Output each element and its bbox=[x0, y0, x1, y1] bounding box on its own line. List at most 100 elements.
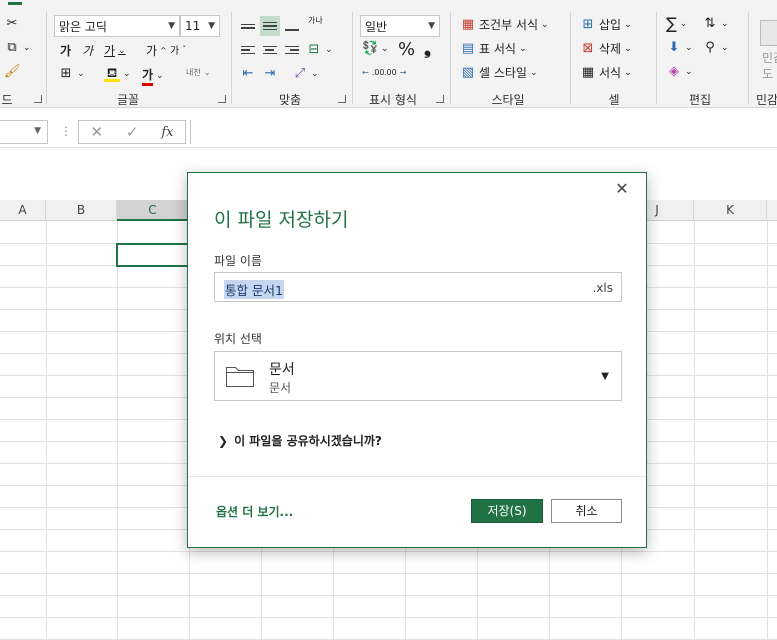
indent-icon: ⇥ bbox=[264, 66, 276, 81]
cell-styles-label: 셀 스타일 bbox=[479, 66, 527, 80]
orientation-button[interactable]: ⤢ ⌄ bbox=[292, 66, 319, 82]
cell-styles-button[interactable]: ▧ 셀 스타일 ⌄ bbox=[460, 64, 538, 81]
filename-value[interactable]: 통합 문서1 bbox=[224, 280, 284, 299]
clipboard-group-label: 드 bbox=[1, 93, 13, 107]
sum-glyph: ∑ bbox=[666, 14, 677, 33]
insert-cells-button[interactable]: ⊞ 삽입 ⌄ bbox=[580, 16, 632, 33]
fill-color-button[interactable]: ⛾ ⌄ bbox=[104, 66, 131, 82]
alignment-dialog-launcher[interactable] bbox=[338, 95, 346, 103]
find-select-button[interactable]: ⚲ ⌄ bbox=[702, 40, 728, 56]
scissors-icon: ✂ bbox=[6, 16, 18, 31]
active-tab-indicator bbox=[8, 2, 22, 5]
font-size-value: 11 bbox=[185, 19, 201, 33]
font-name-value: 맑은 고딕 bbox=[59, 19, 107, 34]
format-cells-button[interactable]: ▦ 서식 ⌄ bbox=[580, 64, 632, 81]
bold-glyph: 가 bbox=[60, 44, 72, 58]
column-header-a[interactable]: A bbox=[0, 200, 46, 221]
align-bottom-button[interactable] bbox=[282, 16, 302, 36]
font-size-combo[interactable]: 11 ▼ bbox=[180, 15, 220, 37]
shrink-font-button[interactable]: 가ˇ bbox=[170, 42, 186, 57]
dec-decimal-glyph: .00 bbox=[384, 68, 397, 77]
search-icon: ⚲ bbox=[705, 40, 715, 55]
save-button[interactable]: 저장(S) bbox=[471, 499, 543, 523]
decrease-indent-button[interactable]: ⇤ bbox=[240, 66, 256, 82]
delete-cells-button[interactable]: ⊠ 삭제 ⌄ bbox=[580, 40, 632, 57]
sort-filter-icon: ⇅ bbox=[704, 16, 716, 31]
share-expander[interactable]: ❯ 이 파일을 공유하시겠습니까? bbox=[218, 432, 382, 449]
cut-button[interactable]: ✂ bbox=[4, 16, 20, 32]
filename-field[interactable]: 통합 문서1 .xls bbox=[214, 272, 622, 302]
group-separator bbox=[570, 12, 571, 104]
bold-button[interactable]: 가 bbox=[60, 42, 71, 59]
align-center-button[interactable] bbox=[260, 40, 280, 60]
align-right-button[interactable] bbox=[282, 40, 302, 60]
active-cell-c2[interactable] bbox=[116, 243, 189, 267]
merge-icon: ⊟ bbox=[308, 42, 320, 57]
column-header-b[interactable]: B bbox=[46, 200, 117, 221]
column-header-l[interactable] bbox=[767, 200, 777, 221]
formula-buttons: ✕ ✓ fx bbox=[78, 120, 186, 144]
chevron-down-icon: ▼ bbox=[208, 21, 215, 31]
align-middle-button[interactable] bbox=[260, 16, 280, 36]
formula-input[interactable] bbox=[190, 120, 777, 144]
increase-indent-button[interactable]: ⇥ bbox=[262, 66, 278, 82]
format-painter-button[interactable]: 🖌 bbox=[4, 64, 21, 80]
comma-glyph: ❟ bbox=[424, 38, 432, 59]
number-format-combo[interactable]: 일반 ▼ bbox=[360, 15, 440, 37]
filename-label: 파일 이름 bbox=[214, 254, 262, 268]
ribbon: ✂ ⧉ ⌄ 🖌 드 맑은 고딕 ▼ 11 ▼ 가 가 가 ⌄ 가 ^ 가ˇ ⊞ ⌄ ⛾ ⌄ 가… bbox=[0, 0, 777, 108]
align-left-button[interactable] bbox=[238, 40, 258, 60]
align-top-button[interactable] bbox=[238, 16, 258, 36]
outdent-icon: ⇤ bbox=[242, 66, 254, 81]
editing-group-label: 편집 bbox=[688, 93, 712, 107]
conditional-format-button[interactable]: ▦ 조건부 서식 ⌄ bbox=[460, 16, 549, 33]
group-separator bbox=[748, 12, 749, 104]
grow-glyph: 가 bbox=[146, 44, 158, 58]
name-box[interactable]: ▼ bbox=[0, 120, 48, 144]
phonetic-button[interactable]: 내천 ⌄ bbox=[186, 67, 210, 78]
dialog-divider bbox=[188, 476, 646, 477]
accounting-format-button[interactable]: 💱 ⌄ bbox=[362, 41, 389, 57]
font-name-combo[interactable]: 맑은 고딕 ▼ bbox=[54, 15, 180, 37]
more-options-link[interactable]: 옵션 더 보기... bbox=[216, 503, 293, 520]
sort-filter-button[interactable]: ⇅ ⌄ bbox=[702, 16, 729, 32]
ribbon-tab-strip bbox=[0, 0, 777, 6]
cancel-entry-icon[interactable]: ✕ bbox=[90, 123, 103, 141]
delete-cells-icon: ⊠ bbox=[582, 40, 594, 56]
italic-button[interactable]: 가 bbox=[82, 42, 93, 59]
italic-glyph: 가 bbox=[82, 44, 94, 58]
font-color-glyph: 가 bbox=[142, 66, 154, 86]
sensitivity-label: 민감 도 bbox=[762, 51, 777, 81]
comma-style-button[interactable]: ❟ bbox=[424, 38, 431, 59]
font-dialog-launcher[interactable] bbox=[218, 95, 226, 103]
location-select[interactable]: 문서 문서 ▼ bbox=[214, 351, 622, 401]
copy-button[interactable]: ⧉ ⌄ bbox=[4, 40, 30, 56]
underline-button[interactable]: 가 ⌄ bbox=[104, 42, 126, 59]
sensitivity-button[interactable]: 민감 도 bbox=[762, 50, 777, 82]
clipboard-dialog-launcher[interactable] bbox=[34, 95, 42, 103]
column-header-c[interactable]: C bbox=[117, 200, 189, 221]
number-dialog-launcher[interactable] bbox=[436, 95, 444, 103]
font-color-button[interactable]: 가 ⌄ bbox=[142, 66, 164, 86]
clear-button[interactable]: ◈ ⌄ bbox=[666, 64, 693, 80]
inc-decimal-glyph: .00 bbox=[371, 68, 385, 77]
cancel-button[interactable]: 취소 bbox=[551, 499, 622, 523]
wrap-text-button[interactable]: 가나 bbox=[308, 17, 323, 25]
decrease-decimal-button[interactable]: .00 → bbox=[384, 68, 406, 77]
location-path: 문서 bbox=[269, 381, 292, 395]
increase-decimal-button[interactable]: ← .00 bbox=[362, 68, 384, 77]
merge-center-button[interactable]: ⊟ ⌄ bbox=[306, 42, 333, 58]
conditional-format-label: 조건부 서식 bbox=[479, 18, 539, 32]
grow-font-button[interactable]: 가 ^ bbox=[146, 42, 167, 59]
format-as-table-button[interactable]: ▤ 표 서식 ⌄ bbox=[460, 40, 527, 57]
percent-style-button[interactable]: % bbox=[398, 39, 415, 60]
autosum-button[interactable]: ∑ ⌄ bbox=[666, 14, 687, 33]
borders-button[interactable]: ⊞ ⌄ bbox=[58, 66, 85, 82]
insert-function-icon[interactable]: fx bbox=[161, 125, 173, 140]
close-icon[interactable]: ✕ bbox=[614, 181, 630, 197]
column-header-k[interactable]: K bbox=[694, 200, 767, 221]
orientation-icon: ⤢ bbox=[294, 66, 306, 81]
left-arrow-icon: ← bbox=[362, 68, 369, 77]
enter-entry-icon[interactable]: ✓ bbox=[126, 123, 139, 141]
fill-button[interactable]: ⬇ ⌄ bbox=[666, 40, 693, 56]
